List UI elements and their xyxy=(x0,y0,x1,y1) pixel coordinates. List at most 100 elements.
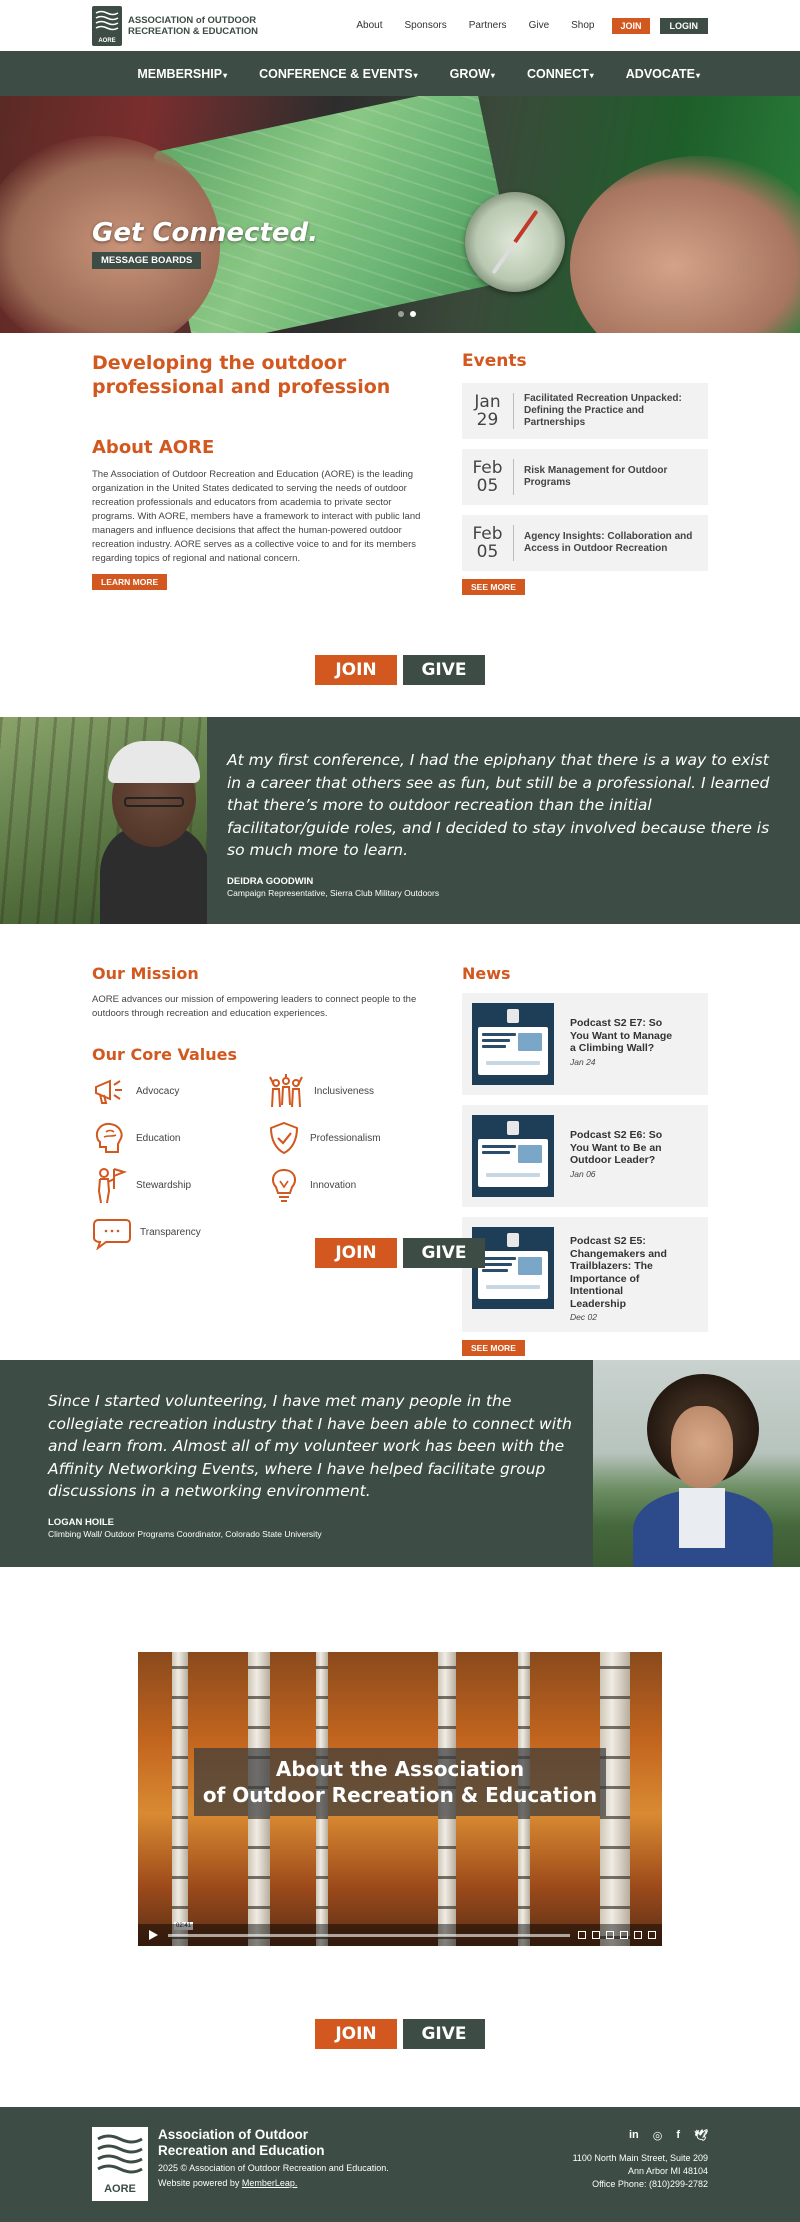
card-line xyxy=(482,1145,516,1148)
captions-icon[interactable] xyxy=(578,1931,586,1939)
facebook-icon[interactable]: f xyxy=(676,2129,680,2142)
learn-more-button[interactable]: LEARN MORE xyxy=(92,574,168,590)
nav-give[interactable]: Give xyxy=(529,20,550,31)
news-column: News Podcast S2 E7: So You Want to Manag… xyxy=(462,964,708,1356)
logo-waves-icon xyxy=(97,2134,143,2174)
caret-down-icon: ▾ xyxy=(413,70,418,80)
give-button[interactable]: GIVE xyxy=(403,655,485,685)
instagram-icon[interactable]: ◎ xyxy=(653,2129,663,2142)
news-see-more-button[interactable]: SEE MORE xyxy=(462,1340,525,1356)
podcast-logo-icon xyxy=(507,1121,519,1135)
login-button[interactable]: LOGIN xyxy=(659,17,708,34)
news-date: Dec 02 xyxy=(570,1312,597,1322)
mainnav-conference-events[interactable]: CONFERENCE & EVENTS▾ xyxy=(259,67,418,81)
card-line xyxy=(486,1173,540,1177)
podcast-logo-icon xyxy=(507,1009,519,1023)
hero-compass-image xyxy=(465,192,565,292)
top-bar: AORE ASSOCIATION of OUTDOOR RECREATION &… xyxy=(0,0,800,51)
slider-dots xyxy=(398,311,416,317)
nav-sponsors[interactable]: Sponsors xyxy=(405,20,447,31)
footer-logo-mark[interactable]: AORE xyxy=(92,2127,148,2201)
card-image xyxy=(518,1145,542,1163)
give-button[interactable]: GIVE xyxy=(403,1238,485,1268)
site-logo[interactable]: AORE ASSOCIATION of OUTDOOR RECREATION &… xyxy=(92,5,258,46)
value-professionalism: Professionalism xyxy=(266,1119,440,1157)
mainnav-advocate[interactable]: ADVOCATE▾ xyxy=(626,67,700,81)
news-title: Podcast S2 E7: So You Want to Manage a C… xyxy=(570,1017,673,1054)
event-month: Feb xyxy=(472,458,503,478)
about-text: The Association of Outdoor Recreation an… xyxy=(92,469,421,564)
slider-dot-1[interactable] xyxy=(398,311,404,317)
card-line xyxy=(482,1045,506,1048)
event-item[interactable]: Feb 05 Risk Management for Outdoor Progr… xyxy=(462,449,708,505)
testimonial-deidra: At my first conference, I had the epipha… xyxy=(0,717,800,924)
nav-shop[interactable]: Shop xyxy=(571,20,594,31)
volume-icon[interactable] xyxy=(606,1931,614,1939)
event-item[interactable]: Feb 05 Agency Insights: Collaboration an… xyxy=(462,515,708,571)
event-month: Feb xyxy=(472,524,503,544)
card-image xyxy=(518,1033,542,1051)
news-body: Podcast S2 E7: So You Want to Manage a C… xyxy=(554,1003,680,1085)
twitter-icon[interactable]: 🕊 xyxy=(694,2129,708,2142)
caret-down-icon: ▾ xyxy=(695,70,700,80)
video-title-line-1: About the Association xyxy=(275,1757,525,1781)
message-boards-button[interactable]: MESSAGE BOARDS xyxy=(92,252,202,269)
news-item[interactable]: Podcast S2 E7: So You Want to Manage a C… xyxy=(462,993,708,1095)
pip-icon[interactable] xyxy=(634,1931,642,1939)
play-button[interactable] xyxy=(144,1928,162,1942)
linkedin-icon[interactable]: in xyxy=(629,2129,639,2142)
give-button[interactable]: GIVE xyxy=(403,2019,485,2049)
join-button[interactable]: JOIN xyxy=(315,1238,397,1268)
mainnav-grow[interactable]: GROW▾ xyxy=(450,67,495,81)
mainnav-connect[interactable]: CONNECT▾ xyxy=(527,67,594,81)
testimonial-quote: At my first conference, I had the epipha… xyxy=(227,751,770,859)
settings-icon[interactable] xyxy=(620,1931,628,1939)
join-button[interactable]: JOIN xyxy=(315,2019,397,2049)
cta-buttons: JOIN GIVE xyxy=(0,1238,800,1268)
mission-section: Our Mission AORE advances our mission of… xyxy=(0,924,800,1360)
memberleap-link[interactable]: MemberLeap. xyxy=(242,2178,298,2188)
podcast-card xyxy=(478,1139,548,1187)
event-item[interactable]: Jan 29 Facilitated Recreation Unpacked: … xyxy=(462,383,708,439)
value-inclusiveness: Inclusiveness xyxy=(266,1072,440,1110)
footer-copyright: 2025 © Association of Outdoor Recreation… xyxy=(158,2163,389,2173)
video-player[interactable]: About the Association of Outdoor Recreat… xyxy=(138,1652,662,1946)
utility-nav: About Sponsors Partners Give Shop JOIN L… xyxy=(334,17,708,34)
news-thumbnail xyxy=(472,1115,554,1197)
news-date: Jan 24 xyxy=(570,1056,596,1067)
fullscreen-icon[interactable] xyxy=(648,1931,656,1939)
video-section: About the Association of Outdoor Recreat… xyxy=(0,1567,800,2019)
events-list: Jan 29 Facilitated Recreation Unpacked: … xyxy=(462,383,708,571)
card-line xyxy=(482,1039,510,1042)
join-button-top[interactable]: JOIN xyxy=(612,17,650,34)
testimonial-quote: Since I started volunteering, I have met… xyxy=(48,1392,572,1500)
nav-about[interactable]: About xyxy=(356,20,382,31)
value-label: Advocacy xyxy=(136,1085,180,1097)
logo-mark: AORE xyxy=(92,5,122,46)
slider-dot-2[interactable] xyxy=(410,311,416,317)
news-item[interactable]: Podcast S2 E6: So You Want to Be an Outd… xyxy=(462,1105,708,1207)
play-icon xyxy=(149,1930,158,1940)
testimonial-role: Climbing Wall/ Outdoor Programs Coordina… xyxy=(48,1528,322,1539)
nav-partners[interactable]: Partners xyxy=(469,20,507,31)
caret-down-icon: ▾ xyxy=(490,70,495,80)
events-column: Events Jan 29 Facilitated Recreation Unp… xyxy=(462,351,708,595)
powered-prefix: Website powered by xyxy=(158,2178,242,2188)
transcript-icon[interactable] xyxy=(592,1931,600,1939)
value-stewardship: Stewardship xyxy=(92,1166,266,1204)
mainnav-membership[interactable]: MEMBERSHIP▾ xyxy=(137,67,227,81)
hero-slider: Get Connected. MESSAGE BOARDS xyxy=(0,96,800,333)
person-shirt xyxy=(679,1488,725,1548)
event-date: Feb 05 xyxy=(462,459,514,495)
events-see-more-button[interactable]: SEE MORE xyxy=(462,579,525,595)
megaphone-icon xyxy=(95,1079,122,1104)
intro-column: Developing the outdoor professional and … xyxy=(92,351,432,595)
mainnav-label: CONNECT xyxy=(526,66,589,81)
mainnav-label: GROW xyxy=(449,66,490,81)
testimonial-name: DEIDRA GOODWIN xyxy=(227,875,314,887)
address-line-2: Ann Arbor MI 48104 xyxy=(627,2166,708,2176)
join-button[interactable]: JOIN xyxy=(315,655,397,685)
video-progress[interactable] xyxy=(168,1933,570,1937)
hero-caption: Get Connected. MESSAGE BOARDS xyxy=(92,218,318,269)
event-title: Facilitated Recreation Unpacked: Definin… xyxy=(524,393,682,428)
